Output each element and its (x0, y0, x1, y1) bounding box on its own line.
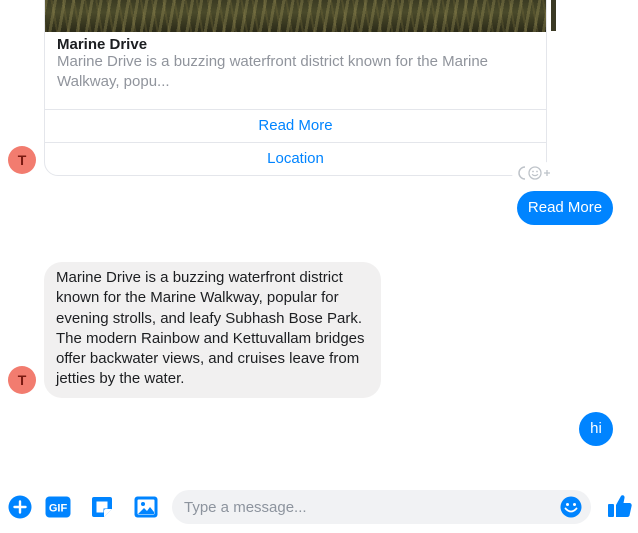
avatar[interactable]: T (8, 146, 36, 174)
card-title: Marine Drive (57, 36, 148, 53)
add-reaction-icon[interactable] (512, 162, 556, 184)
sticker-icon[interactable] (89, 494, 115, 520)
outgoing-message-bubble[interactable]: Read More (517, 191, 613, 225)
share-icon (518, 166, 526, 180)
card-image-edge (551, 0, 556, 31)
smiley-icon (528, 166, 542, 180)
link-card: Marine Drive Marine Drive is a buzzing w… (44, 0, 547, 176)
card-read-more-button[interactable]: Read More (45, 109, 546, 142)
outgoing-message-bubble[interactable]: hi (579, 412, 613, 446)
svg-text:GIF: GIF (49, 503, 68, 515)
card-image[interactable] (45, 0, 546, 32)
emoji-icon[interactable] (559, 495, 583, 519)
incoming-message-bubble[interactable]: Marine Drive is a buzzing waterfront dis… (44, 262, 381, 398)
card-location-button[interactable]: Location (45, 142, 546, 175)
message-input[interactable] (172, 490, 591, 524)
avatar[interactable]: T (8, 366, 36, 394)
gif-icon[interactable]: GIF (45, 494, 71, 520)
card-description: Marine Drive is a buzzing waterfront dis… (57, 53, 489, 90)
plus-small-icon (544, 170, 550, 176)
plus-icon[interactable] (7, 494, 33, 520)
image-icon[interactable] (133, 494, 159, 520)
thumbs-up-icon[interactable] (606, 492, 634, 520)
